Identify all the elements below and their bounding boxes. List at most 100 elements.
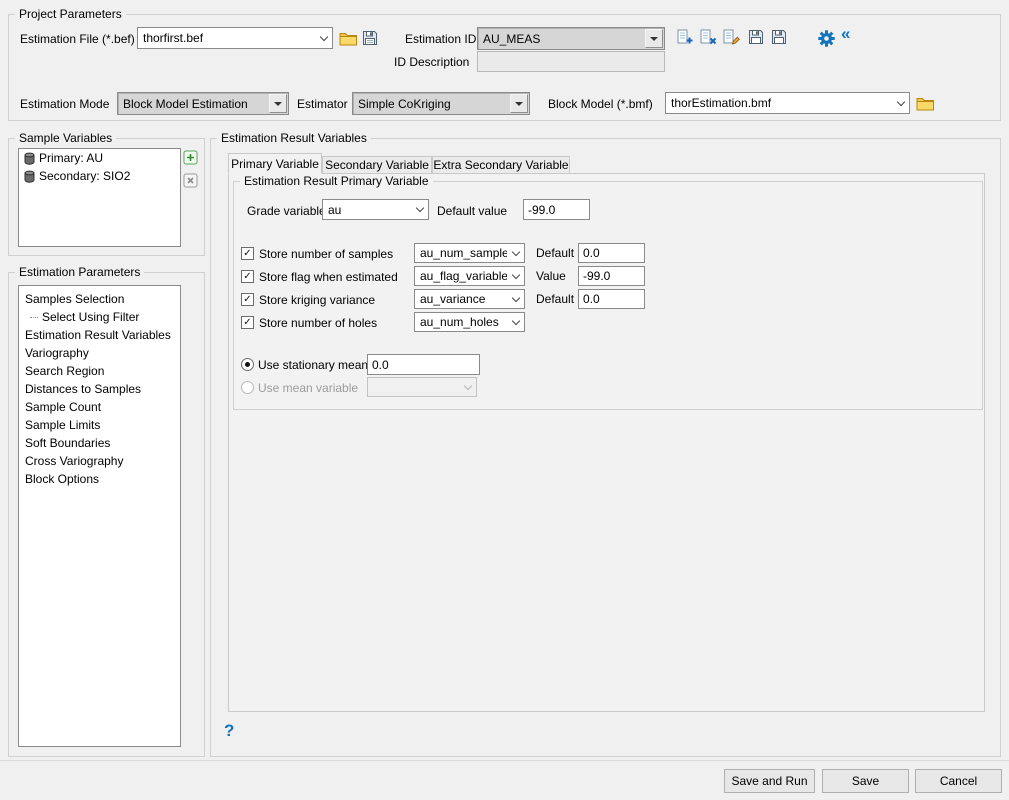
chevron-down-icon (510, 94, 528, 113)
num-holes-variable-combobox[interactable]: au_num_holes (414, 312, 525, 332)
flag-value-label: Value (536, 269, 566, 283)
collapse-panel-button[interactable]: « (841, 27, 850, 41)
use-mean-variable-label: Use mean variable (258, 381, 358, 395)
database-icon (24, 152, 35, 165)
x-icon (183, 173, 198, 188)
param-item-label: Estimation Result Variables (25, 328, 171, 342)
store-kriging-variance-label: Store kriging variance (259, 293, 375, 307)
tree-branch-icon (30, 317, 38, 318)
param-item-samples-selection[interactable]: Samples Selection (25, 292, 124, 306)
store-num-holes-checkbox[interactable]: ✓ (241, 316, 254, 329)
use-stationary-mean-radio[interactable] (241, 358, 254, 371)
id-description-field[interactable] (477, 51, 665, 72)
estimator-combobox[interactable]: Simple CoKriging (352, 92, 530, 115)
param-item-block-options[interactable]: Block Options (25, 472, 99, 486)
grade-variable-value: au (323, 203, 411, 217)
flag-value-text: -99.0 (583, 269, 610, 283)
grade-variable-label: Grade variable (247, 204, 326, 218)
num-samples-default-label: Default (536, 246, 574, 260)
plus-icon (183, 150, 198, 165)
param-item-label: Cross Variography (25, 454, 123, 468)
save-estimation-id-button[interactable] (747, 29, 764, 45)
footer-separator (0, 760, 1009, 761)
cancel-button[interactable]: Cancel (915, 769, 1002, 793)
param-item-label: Search Region (25, 364, 104, 378)
tab-label: Secondary Variable (325, 158, 429, 172)
flag-variable-value: au_flag_variable (415, 269, 507, 283)
param-item-cross-variography[interactable]: Cross Variography (25, 454, 123, 468)
tab-primary-variable[interactable]: Primary Variable (228, 153, 322, 174)
help-button[interactable]: ? (224, 724, 234, 738)
store-num-samples-checkbox[interactable]: ✓ (241, 247, 254, 260)
rename-estimation-id-button[interactable] (723, 29, 740, 45)
param-item-soft-boundaries[interactable]: Soft Boundaries (25, 436, 110, 450)
open-block-model-button[interactable] (915, 94, 935, 112)
estimation-mode-value: Block Model Estimation (118, 97, 268, 111)
rename-id-icon (723, 29, 740, 45)
param-item-variography[interactable]: Variography (25, 346, 89, 360)
estimation-file-label: Estimation File (*.bef) (20, 32, 135, 46)
folder-icon (916, 96, 935, 111)
num-samples-default-field[interactable]: 0.0 (578, 243, 645, 263)
variance-variable-combobox[interactable]: au_variance (414, 289, 525, 309)
new-estimation-id-button[interactable] (677, 29, 694, 45)
check-icon: ✓ (243, 318, 251, 328)
stationary-mean-field[interactable]: 0.0 (367, 354, 480, 375)
block-model-combobox[interactable]: thorEstimation.bmf (665, 92, 910, 114)
num-samples-variable-value: au_num_sample (415, 246, 507, 260)
num-samples-variable-combobox[interactable]: au_num_sample (414, 243, 525, 263)
default-value-field[interactable]: -99.0 (523, 199, 590, 220)
tab-extra-secondary-variable[interactable]: Extra Secondary Variable (432, 156, 570, 174)
list-item-secondary-variable[interactable]: Secondary: SIO2 (24, 169, 130, 183)
param-item-label: Block Options (25, 472, 99, 486)
sample-variables-title: Sample Variables (15, 131, 116, 145)
save-button[interactable]: Save (822, 769, 909, 793)
param-item-select-using-filter[interactable]: Select Using Filter (30, 310, 139, 324)
save-and-run-button[interactable]: Save and Run (724, 769, 815, 793)
estimation-parameters-title: Estimation Parameters (15, 265, 144, 279)
chevron-down-icon (459, 378, 476, 396)
remove-sample-variable-button[interactable] (183, 173, 198, 188)
default-value-label: Default value (437, 204, 507, 218)
delete-estimation-id-button[interactable] (700, 29, 717, 45)
store-flag-checkbox[interactable]: ✓ (241, 270, 254, 283)
variance-default-field[interactable]: 0.0 (578, 289, 645, 309)
param-item-sample-limits[interactable]: Sample Limits (25, 418, 100, 432)
tab-label: Extra Secondary Variable (433, 158, 568, 172)
add-sample-variable-button[interactable] (183, 150, 198, 165)
variance-variable-value: au_variance (415, 292, 507, 306)
cancel-label: Cancel (940, 774, 977, 788)
folder-icon (339, 31, 358, 46)
flag-value-field[interactable]: -99.0 (578, 266, 645, 286)
grade-variable-combobox[interactable]: au (322, 199, 429, 220)
chevron-down-icon (315, 28, 332, 48)
estimation-id-combobox[interactable]: AU_MEAS (477, 27, 665, 50)
estimation-mode-combobox[interactable]: Block Model Estimation (117, 92, 289, 115)
estimation-file-combobox[interactable]: thorfirst.bef (137, 27, 333, 49)
store-kriging-variance-checkbox[interactable]: ✓ (241, 293, 254, 306)
save-estimation-id-as-button[interactable] (770, 29, 787, 45)
save-estimation-file-button[interactable] (361, 29, 379, 47)
param-item-distances-to-samples[interactable]: Distances to Samples (25, 382, 141, 396)
save-label: Save (852, 774, 879, 788)
param-item-estimation-result-variables[interactable]: Estimation Result Variables (25, 328, 171, 342)
flag-variable-combobox[interactable]: au_flag_variable (414, 266, 525, 286)
chevron-down-icon (507, 267, 524, 285)
list-item-label: Primary: AU (39, 151, 103, 165)
result-variables-title: Estimation Result Variables (217, 131, 371, 145)
estimator-label: Estimator (297, 97, 348, 111)
param-item-sample-count[interactable]: Sample Count (25, 400, 101, 414)
use-mean-variable-radio (241, 381, 254, 394)
chevron-down-icon (645, 29, 663, 48)
tab-label: Primary Variable (231, 157, 319, 171)
chevron-down-icon (892, 93, 909, 113)
database-icon (24, 170, 35, 183)
settings-gear-button[interactable] (817, 29, 835, 47)
tab-secondary-variable[interactable]: Secondary Variable (322, 156, 432, 174)
param-item-search-region[interactable]: Search Region (25, 364, 104, 378)
check-icon: ✓ (243, 249, 251, 259)
list-item-primary-variable[interactable]: Primary: AU (24, 151, 103, 165)
param-item-label: Sample Limits (25, 418, 100, 432)
check-icon: ✓ (243, 295, 251, 305)
open-estimation-file-button[interactable] (338, 29, 358, 47)
